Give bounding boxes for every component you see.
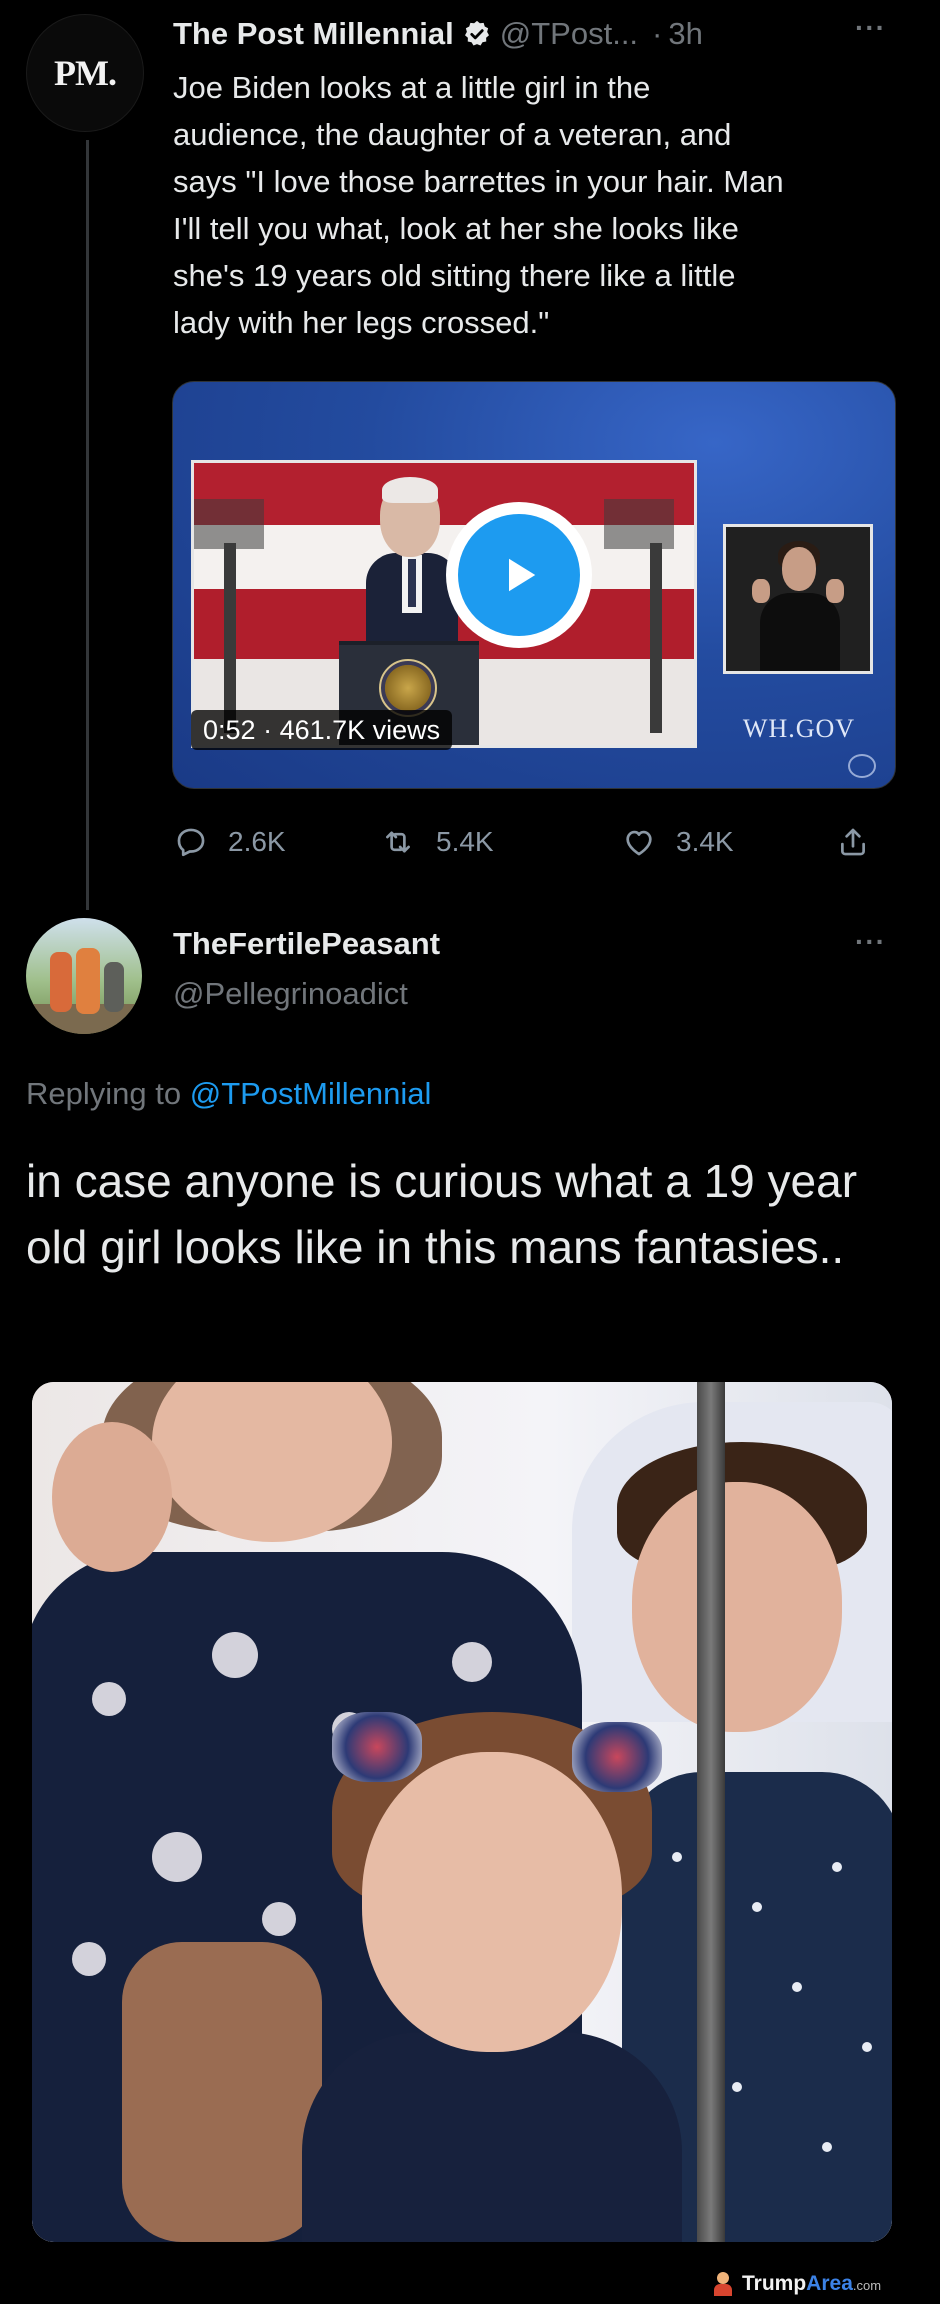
like-button[interactable]: 3.4K <box>622 818 734 866</box>
reply-count: 2.6K <box>228 826 286 857</box>
watermark-brand-2: Area <box>806 2272 853 2295</box>
video-duration: 0:52 <box>203 715 256 745</box>
share-icon <box>841 828 865 856</box>
play-button[interactable] <box>446 502 592 648</box>
author-name[interactable]: The Post Millennial <box>173 16 454 52</box>
retweet-icon <box>386 831 410 853</box>
reply-author-avatar[interactable] <box>26 918 142 1034</box>
presidential-seal-icon <box>379 659 437 717</box>
reply-author-handle[interactable]: @Pellegrinoadict <box>173 976 408 1012</box>
video-stats-badge: 0:52 · 461.7K views <box>191 710 453 750</box>
wh-logo-icon <box>848 754 876 778</box>
reply-photo[interactable] <box>32 1382 892 2242</box>
retweet-count: 5.4K <box>436 826 494 857</box>
site-watermark: TrumpArea.com <box>712 2270 881 2298</box>
reply-more-icon[interactable]: ··· <box>855 926 886 958</box>
tweet-header: The Post Millennial @TPost... · 3h <box>173 14 703 54</box>
replying-to-line: Replying to @TPostMillennial <box>26 1076 431 1112</box>
verified-badge-icon <box>462 19 492 49</box>
video-views: 461.7K views <box>279 715 441 745</box>
video-thumbnail <box>191 460 697 748</box>
author-handle[interactable]: @TPost... <box>500 16 638 52</box>
share-button[interactable] <box>836 818 890 866</box>
play-icon <box>509 558 536 592</box>
tweet-time[interactable]: 3h <box>668 16 702 52</box>
thread-line <box>86 140 89 910</box>
reply-author-name[interactable]: TheFertilePeasant <box>173 926 440 962</box>
reply-icon <box>177 828 205 857</box>
video-player[interactable]: 0:52 · 461.7K views WH.GOV <box>172 381 896 789</box>
avatar-logo-text: PM. <box>54 53 117 93</box>
mascot-icon <box>712 2272 734 2296</box>
sign-language-inset <box>723 524 873 674</box>
separator-dot: · <box>652 16 663 51</box>
replying-prefix: Replying to <box>26 1076 182 1111</box>
watermark-suffix: .com <box>852 2278 882 2293</box>
retweet-button[interactable]: 5.4K <box>380 818 494 866</box>
author-avatar[interactable]: PM. <box>26 14 144 132</box>
reply-text: in case anyone is curious what a 19 year… <box>26 1155 858 1273</box>
like-icon <box>626 830 652 856</box>
watermark-brand-1: Trump <box>742 2272 807 2295</box>
source-label: WH.GOV <box>742 714 856 743</box>
replying-to-link[interactable]: @TPostMillennial <box>190 1076 432 1111</box>
like-count: 3.4K <box>676 826 734 857</box>
reply-button[interactable]: 2.6K <box>174 818 286 866</box>
more-icon[interactable]: ··· <box>855 12 886 44</box>
tweet-text: Joe Biden looks at a little girl in the … <box>173 70 784 340</box>
